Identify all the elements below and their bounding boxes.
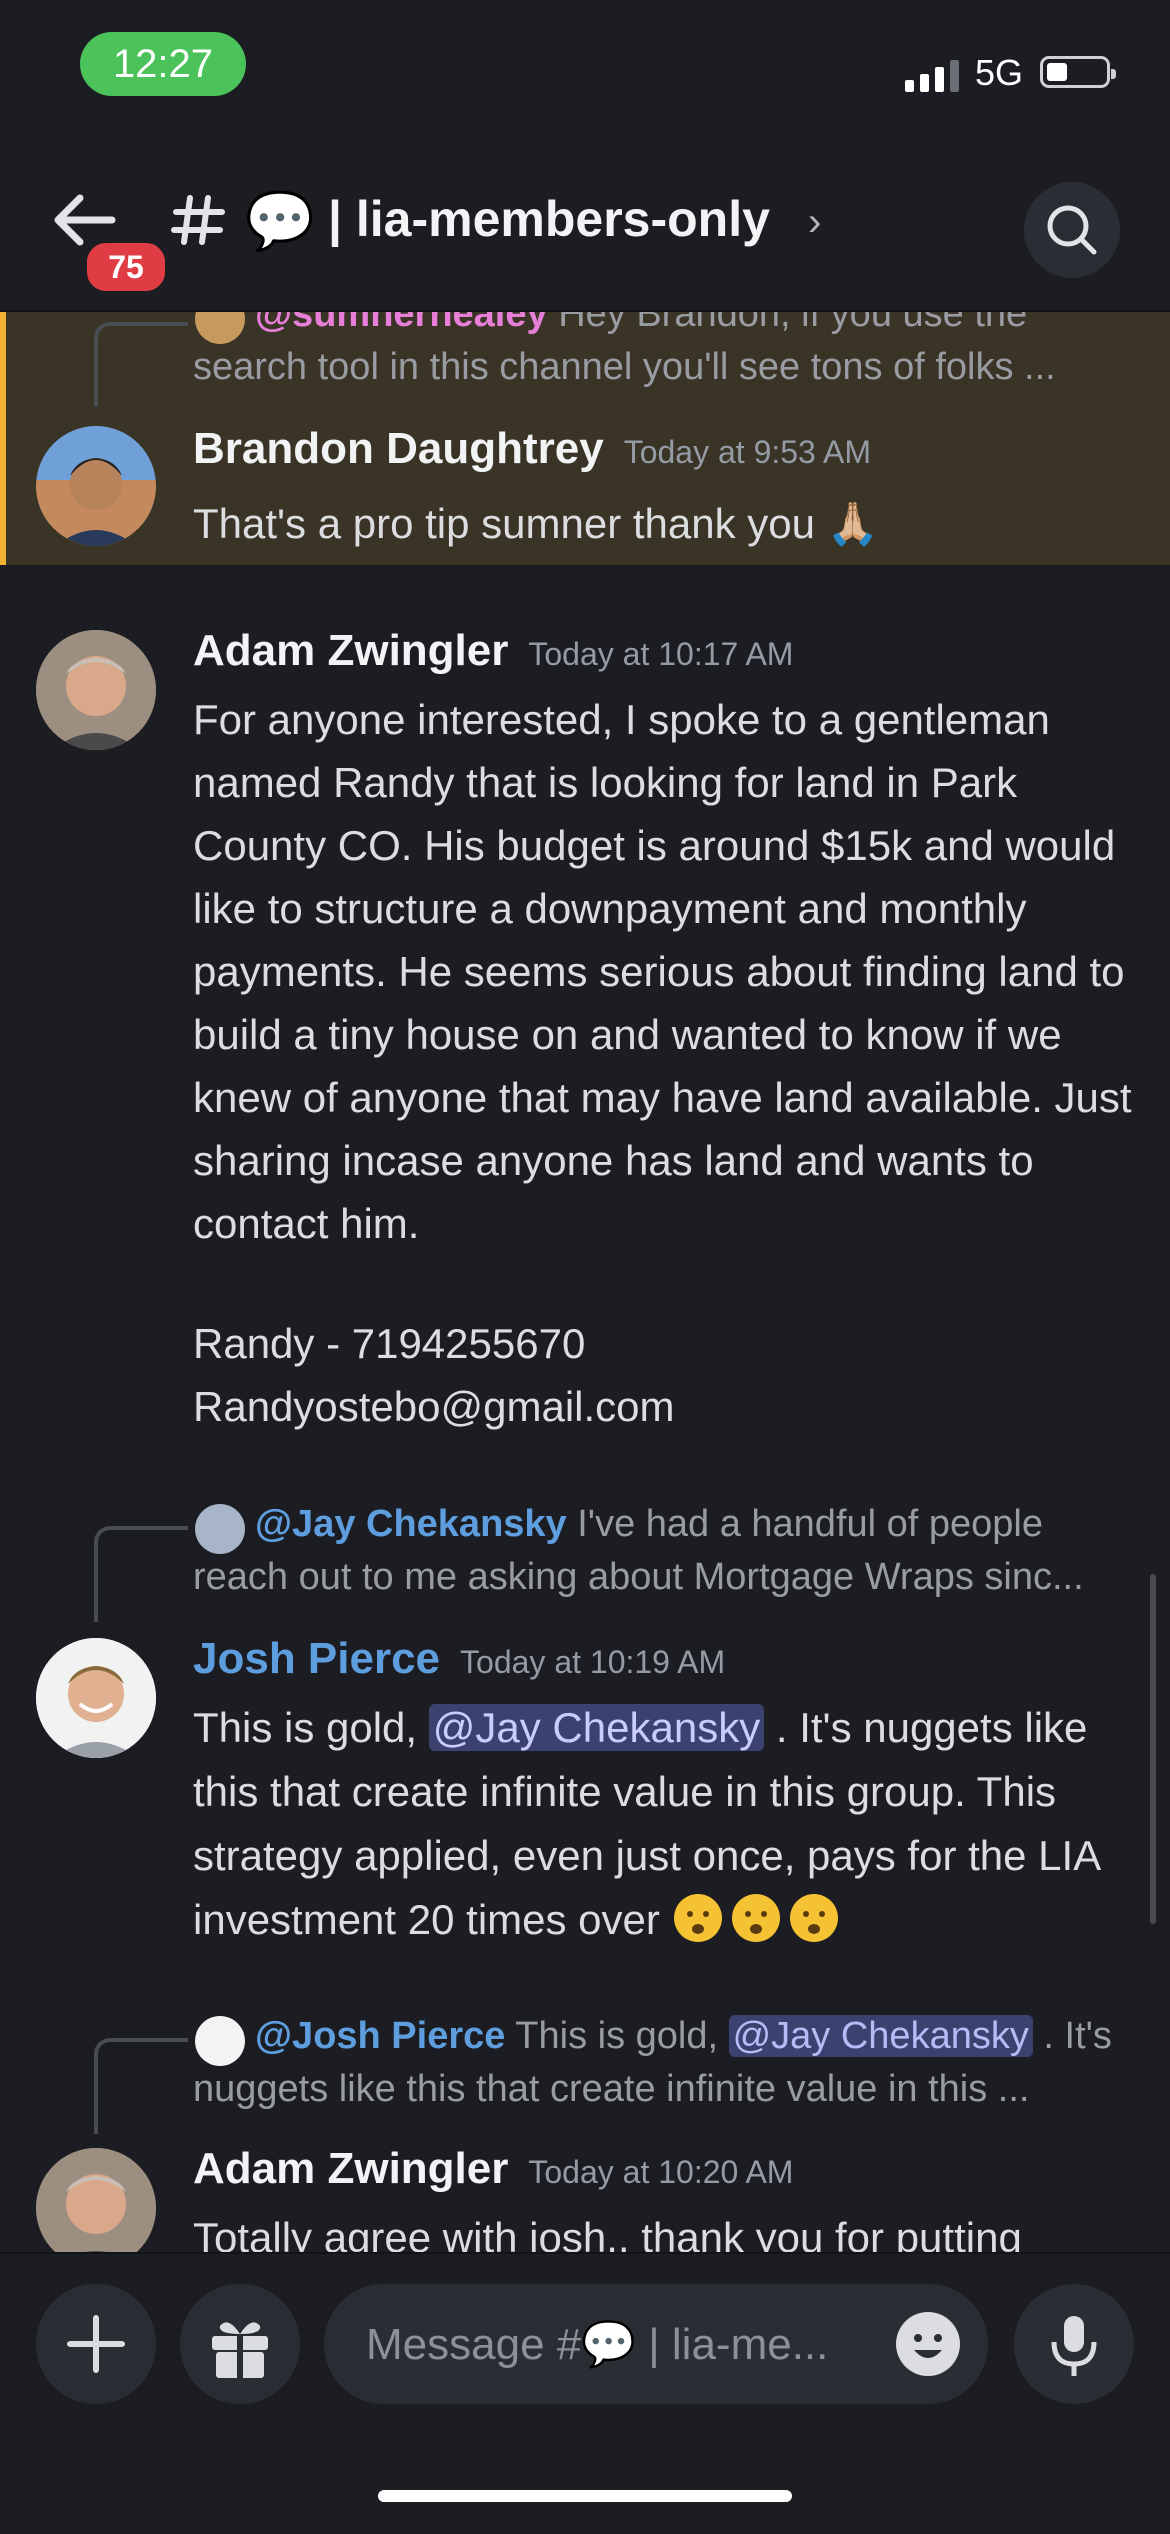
message-placeholder: Message #💬 | lia-me...: [366, 2320, 829, 2369]
search-button[interactable]: [1024, 182, 1120, 278]
reply-connector: [94, 2038, 188, 2134]
microphone-icon: [1051, 2316, 1097, 2376]
reply-connector: [94, 322, 188, 406]
message-author[interactable]: Josh Pierce Today at 10:19 AM: [193, 1634, 725, 1684]
channel-title[interactable]: | lia-members-only: [328, 190, 770, 248]
contact-phone: Randy - 7194255670: [193, 1320, 586, 1367]
channel-header: 75 💬 | lia-members-only ›: [0, 130, 1170, 312]
avatar[interactable]: [36, 630, 156, 750]
anguished-face-emoji: [731, 1894, 780, 1942]
unread-badge: 75: [82, 238, 170, 296]
avatar[interactable]: [36, 2148, 156, 2252]
message-author[interactable]: Brandon Daughtrey Today at 9:53 AM: [193, 424, 871, 474]
channel-emoji: 💬: [245, 189, 315, 252]
plus-icon: [67, 2315, 125, 2373]
home-indicator[interactable]: [378, 2490, 792, 2502]
network-type: 5G: [975, 52, 1024, 93]
status-time: 12:27: [80, 32, 246, 96]
avatar[interactable]: [36, 1638, 156, 1758]
reply-connector: [94, 1526, 188, 1622]
reply-mention[interactable]: @Josh Pierce: [255, 2015, 505, 2057]
message-timestamp: Today at 10:17 AM: [528, 636, 794, 672]
gift-button[interactable]: [180, 2284, 300, 2404]
voice-message-button[interactable]: [1014, 2284, 1134, 2404]
reply-mention[interactable]: @Jay Chekansky: [255, 1503, 567, 1545]
scrollbar[interactable]: [1150, 1574, 1156, 1924]
reply-mention[interactable]: @sumnerhealey: [255, 312, 548, 335]
reply-preview[interactable]: @Josh Pierce This is gold, @Jay Chekansk…: [193, 2010, 1138, 2116]
message-timestamp: Today at 9:53 AM: [623, 434, 871, 470]
message-list[interactable]: @sumnerhealey Hey Brandon, if you use th…: [0, 312, 1170, 2252]
message-author[interactable]: Adam Zwingler Today at 10:20 AM: [193, 2144, 793, 2194]
smiley-icon[interactable]: [894, 2310, 962, 2378]
anguished-face-emoji: [789, 1894, 838, 1942]
message-text: For anyone interested, I spoke to a gent…: [193, 696, 1132, 1247]
message-timestamp: Today at 10:20 AM: [528, 2154, 794, 2190]
anguished-face-emoji: [673, 1894, 722, 1942]
contact-email[interactable]: Randyostebo@gmail.com: [193, 1375, 1143, 1438]
avatar[interactable]: [36, 426, 156, 546]
message-author[interactable]: Adam Zwingler Today at 10:17 AM: [193, 626, 793, 676]
message-text: That's a pro tip sumner thank you 🙏🏼: [193, 500, 879, 547]
reply-preview[interactable]: @Jay Chekansky I've had a handful of peo…: [193, 1498, 1138, 1604]
message-input[interactable]: Message #💬 | lia-me...: [324, 2284, 988, 2404]
user-mention[interactable]: @Jay Chekansky: [428, 1704, 765, 1751]
status-bar: 12:27 5G: [0, 0, 1170, 130]
message-timestamp: Today at 10:19 AM: [460, 1644, 726, 1680]
message-text: Totally agree with josh., thank you for …: [193, 2214, 1022, 2252]
reply-preview[interactable]: @sumnerhealey Hey Brandon, if you use th…: [193, 312, 1138, 394]
praying-hands-emoji: 🙏🏼: [826, 500, 879, 547]
message-text: This is gold, @Jay Chekansky . It's nugg…: [193, 1704, 1099, 1943]
user-mention[interactable]: @Jay Chekansky: [728, 2015, 1033, 2057]
search-icon: [1047, 205, 1097, 255]
attach-button[interactable]: [36, 2284, 156, 2404]
chevron-right-icon[interactable]: ›: [808, 200, 821, 245]
battery-icon: [1040, 56, 1116, 88]
hashtag-icon: [168, 190, 228, 250]
gift-icon: [212, 2322, 268, 2378]
cellular-signal-icon: [905, 52, 959, 92]
